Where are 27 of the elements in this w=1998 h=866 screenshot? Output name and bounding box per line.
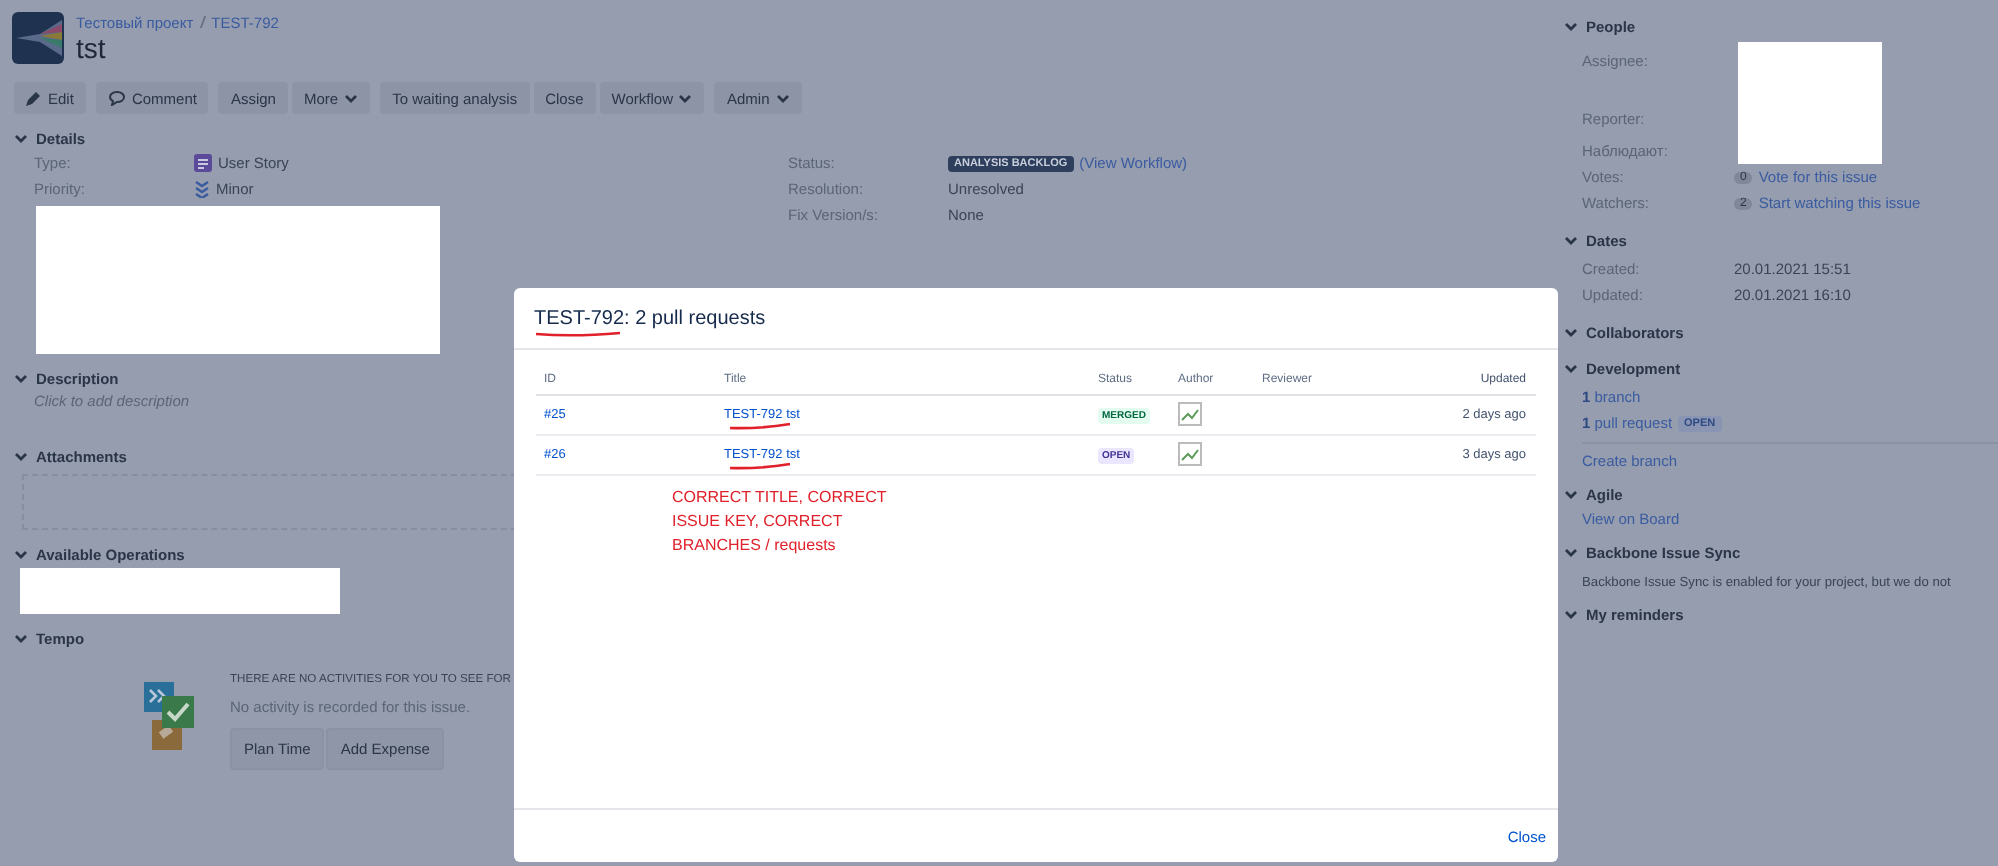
chevron-down-icon[interactable] bbox=[1564, 489, 1578, 499]
chevron-down-icon[interactable] bbox=[14, 633, 28, 643]
annotation-underline bbox=[728, 462, 792, 470]
chevron-down-icon[interactable] bbox=[14, 549, 28, 559]
chevron-down-icon[interactable] bbox=[1564, 363, 1578, 373]
broken-image-icon bbox=[1178, 441, 1202, 465]
annotation-text: CORRECT TITLE, CORRECT ISSUE KEY, CORRECT BRANCHES / requests bbox=[672, 486, 889, 558]
tempo-activity-icon bbox=[144, 682, 198, 754]
annotation-underline bbox=[728, 422, 792, 430]
chevron-down-icon[interactable] bbox=[14, 133, 28, 143]
chevron-down-icon[interactable] bbox=[14, 373, 28, 383]
broken-image-icon bbox=[1178, 401, 1202, 425]
chevron-down-icon[interactable] bbox=[14, 451, 28, 461]
priority-low-icon bbox=[194, 180, 210, 198]
pencil-icon bbox=[26, 90, 42, 106]
story-icon bbox=[194, 154, 212, 172]
chevron-down-icon[interactable] bbox=[1564, 21, 1578, 31]
dialog-title: TEST-792: 2 pull requests bbox=[534, 307, 766, 329]
project-logo-icon[interactable] bbox=[12, 12, 64, 64]
annotation-underline bbox=[534, 329, 622, 337]
chevron-down-icon[interactable] bbox=[1564, 327, 1578, 337]
issue-title: tst bbox=[76, 31, 108, 63]
chevron-down-icon[interactable] bbox=[1564, 609, 1578, 619]
comment-icon bbox=[107, 90, 126, 106]
chevron-down-icon[interactable] bbox=[1564, 547, 1578, 557]
redaction-block bbox=[1738, 42, 1882, 164]
chevron-down-icon[interactable] bbox=[1564, 235, 1578, 245]
